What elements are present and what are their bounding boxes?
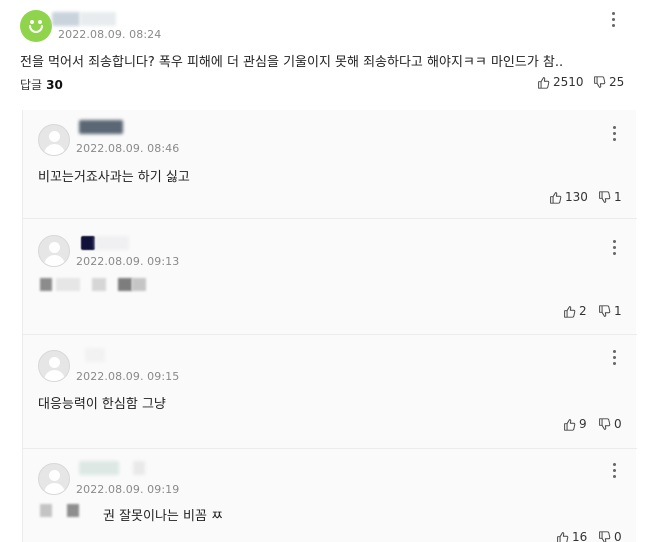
- divider: [23, 448, 637, 449]
- replies-list: 2022.08.09. 08:46 비꼬는거죠사과는 하기 싫고 130 1 2…: [22, 110, 637, 542]
- dislike-button[interactable]: 0: [598, 417, 622, 431]
- more-vertical-icon[interactable]: [612, 349, 618, 367]
- like-count: 16: [572, 530, 588, 542]
- reply-count-button[interactable]: 답글 30: [20, 76, 63, 93]
- reply-text: 대응능력이 한심함 그냥: [38, 397, 166, 412]
- author-name-redacted[interactable]: [79, 461, 119, 475]
- like-button[interactable]: 2: [563, 304, 587, 318]
- thumbs-up-icon: [549, 191, 562, 204]
- thumbs-up-icon: [556, 531, 569, 542]
- more-vertical-icon[interactable]: [611, 11, 617, 29]
- thumbs-down-icon: [598, 531, 611, 542]
- author-name-redacted[interactable]: [85, 348, 105, 362]
- thumbs-up-icon: [563, 305, 576, 318]
- dislike-count: 25: [609, 75, 625, 89]
- dislike-button[interactable]: 1: [598, 304, 622, 318]
- dislike-button[interactable]: 1: [598, 190, 622, 204]
- comment-date: 2022.08.09. 08:24: [58, 28, 162, 41]
- default-user-avatar[interactable]: [38, 124, 70, 156]
- author-name-redacted-part: [95, 236, 129, 250]
- like-count: 9: [579, 417, 587, 431]
- divider: [23, 218, 637, 219]
- thumbs-up-icon: [537, 76, 550, 89]
- default-user-avatar[interactable]: [38, 235, 70, 267]
- divider: [23, 334, 637, 335]
- reply-item: 2022.08.09. 09:13 2 1: [23, 220, 637, 330]
- default-user-avatar[interactable]: [38, 350, 70, 382]
- author-name-redacted-part: [80, 12, 116, 26]
- more-vertical-icon[interactable]: [612, 125, 618, 143]
- more-vertical-icon[interactable]: [612, 462, 618, 480]
- dislike-button[interactable]: 25: [593, 75, 624, 89]
- comment-text: 전을 먹어서 죄송합니다? 폭우 피해에 더 관심을 기울이지 못해 죄송하다고…: [20, 55, 564, 70]
- default-user-avatar[interactable]: [38, 463, 70, 495]
- green-smiley-avatar[interactable]: [20, 10, 52, 42]
- more-vertical-icon[interactable]: [612, 239, 618, 257]
- like-button[interactable]: 9: [563, 417, 587, 431]
- like-count: 2510: [553, 75, 584, 89]
- thumbs-down-icon: [598, 305, 611, 318]
- like-count: 130: [565, 190, 588, 204]
- dislike-count: 0: [614, 417, 622, 431]
- parent-comment: 2022.08.09. 08:24 전을 먹어서 죄송합니다? 폭우 피해에 더…: [0, 0, 658, 110]
- thumbs-up-icon: [563, 418, 576, 431]
- like-count: 2: [579, 304, 587, 318]
- reply-text: 권 잘못이나는 비꼼 ㅉ: [103, 509, 224, 524]
- author-name-redacted[interactable]: [79, 120, 123, 134]
- reply-item: 2022.08.09. 08:46 비꼬는거죠사과는 하기 싫고 130 1: [23, 110, 637, 218]
- like-button[interactable]: 130: [549, 190, 588, 204]
- thumbs-down-icon: [593, 76, 606, 89]
- reply-date: 2022.08.09. 09:13: [76, 255, 180, 268]
- author-name-redacted[interactable]: [81, 236, 95, 250]
- dislike-count: 1: [614, 304, 622, 318]
- reply-item: 2022.08.09. 09:15 대응능력이 한심함 그냥 9 0: [23, 336, 637, 446]
- dislike-button[interactable]: 0: [598, 530, 622, 542]
- like-button[interactable]: 2510: [537, 75, 584, 89]
- thumbs-down-icon: [598, 418, 611, 431]
- author-name-redacted-part: [133, 461, 145, 475]
- thumbs-down-icon: [598, 191, 611, 204]
- reply-date: 2022.08.09. 08:46: [76, 142, 180, 155]
- reply-text: 비꼬는거죠사과는 하기 싫고: [38, 170, 190, 185]
- dislike-count: 0: [614, 530, 622, 542]
- like-button[interactable]: 16: [556, 530, 587, 542]
- reply-label: 답글: [20, 78, 43, 92]
- dislike-count: 1: [614, 190, 622, 204]
- reply-date: 2022.08.09. 09:19: [76, 483, 180, 496]
- reply-date: 2022.08.09. 09:15: [76, 370, 180, 383]
- author-name-redacted[interactable]: [52, 12, 80, 26]
- reply-item: 2022.08.09. 09:19 권 잘못이나는 비꼼 ㅉ 16 0: [23, 450, 637, 542]
- reply-count: 30: [46, 78, 63, 92]
